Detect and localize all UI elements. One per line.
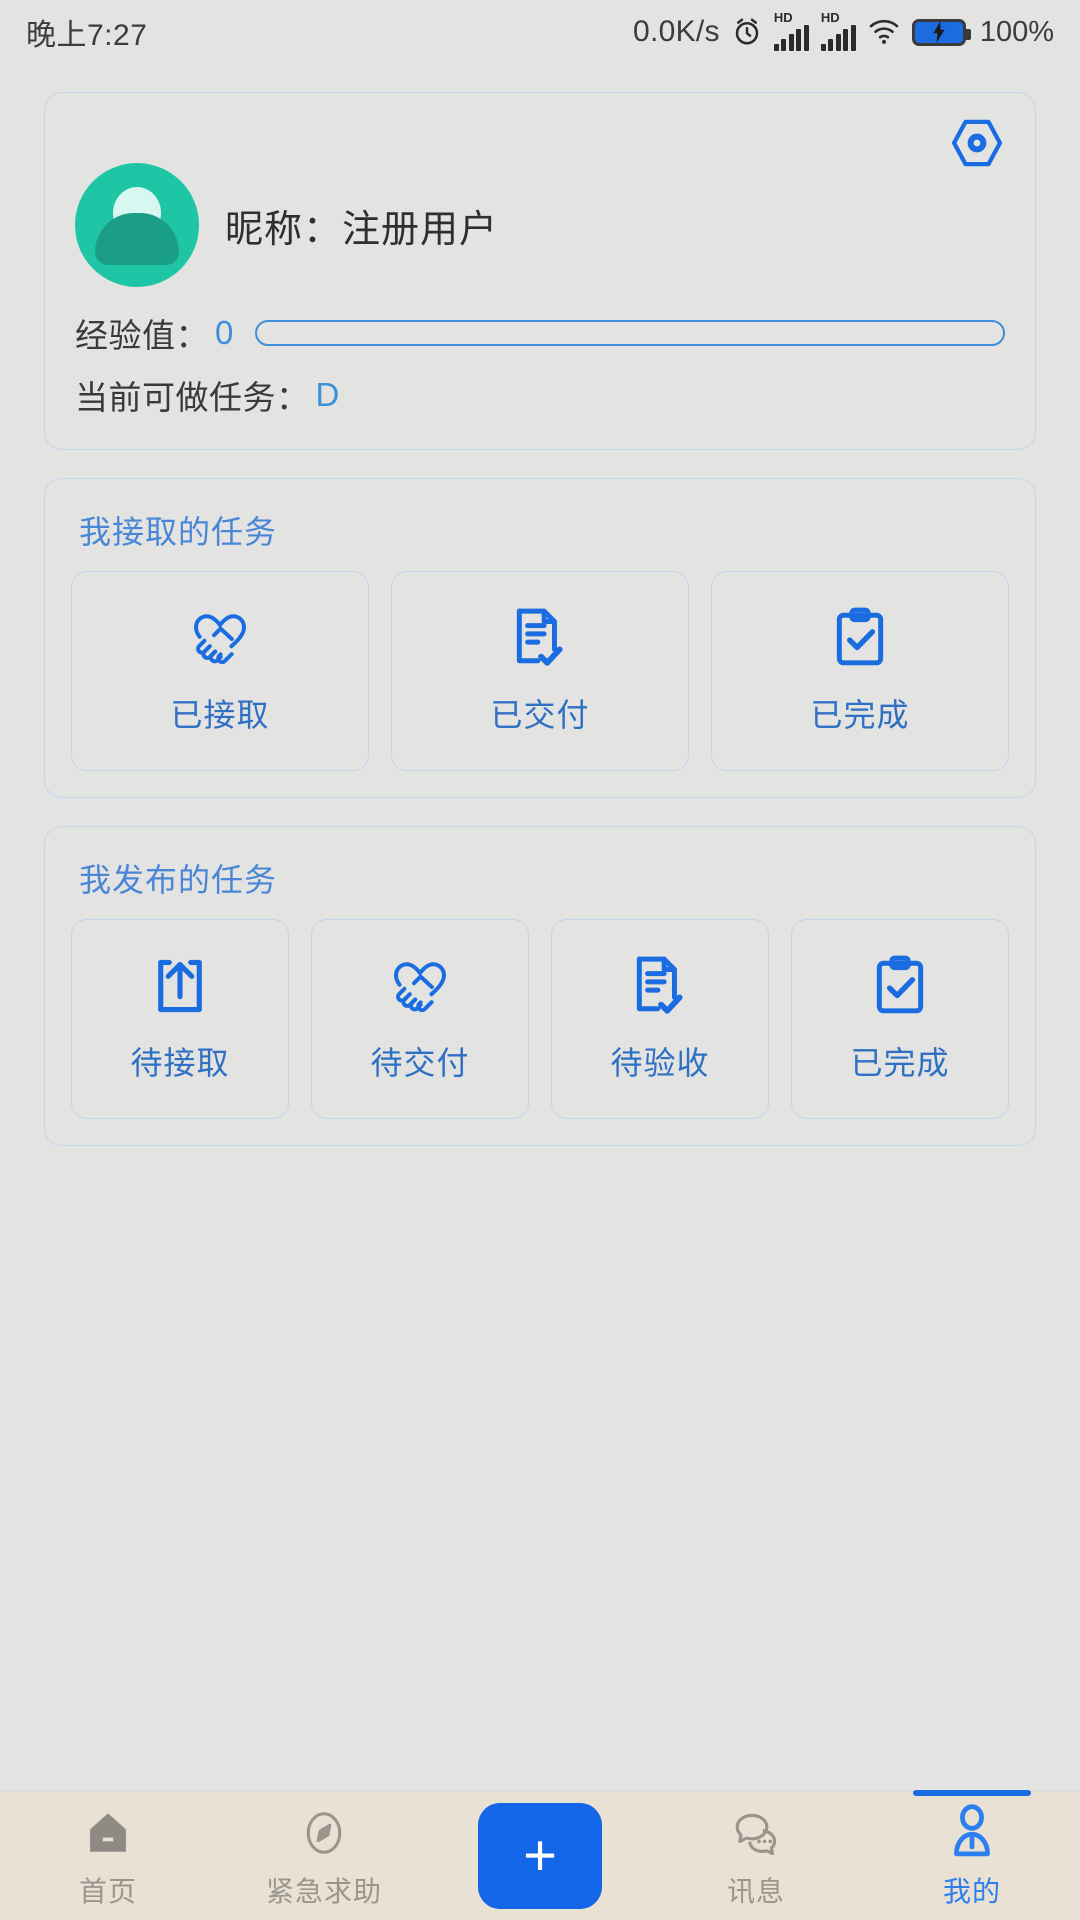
tile-accepted[interactable]: 已接取: [71, 571, 369, 771]
tile-label: 已完成: [810, 697, 910, 733]
tile-label: 已完成: [850, 1045, 950, 1081]
nickname-row: 昵称：注册用户: [225, 198, 498, 253]
published-tasks-section: 我发布的任务 待接取 待交付 待验收 已完成: [44, 826, 1036, 1146]
network-speed: 0.0K/s: [632, 15, 720, 48]
plus-icon: +: [523, 1823, 557, 1888]
chat-bubbles-icon: [730, 1802, 782, 1858]
battery-charging-icon: [911, 18, 971, 46]
app-screen: 晚上7:27 0.0K/s HD HD 100% 昵称：注册用户 经验值： 0 …: [0, 0, 1080, 1920]
tile-completed[interactable]: 已完成: [791, 919, 1009, 1119]
clipboard-check-icon: [868, 954, 932, 1018]
hexagon-eye-icon[interactable]: [947, 115, 1007, 171]
add-button[interactable]: +: [478, 1803, 602, 1909]
nav-item-add[interactable]: +: [432, 1792, 648, 1920]
experience-value: 0: [215, 314, 234, 351]
tile-label: 已接取: [170, 697, 270, 733]
alarm-clock-icon: [732, 17, 762, 47]
sim2-hd-label: HD: [820, 10, 840, 25]
sim2-signal-icon: HD: [820, 10, 856, 51]
profile-header: 昵称：注册用户: [75, 163, 1005, 287]
tile-label: 待接取: [130, 1045, 230, 1081]
nav-label: 首页: [78, 1876, 137, 1907]
upload-box-icon: [148, 954, 212, 1018]
battery-percent: 100%: [979, 15, 1054, 48]
nickname-value: 注册用户: [342, 208, 499, 251]
tile-pending-deliver[interactable]: 待交付: [311, 919, 529, 1119]
experience-progress-bar: [255, 320, 1005, 346]
status-bar: 晚上7:27 0.0K/s HD HD 100%: [0, 0, 1080, 64]
tile-label: 已交付: [490, 697, 590, 733]
avatar-body: [95, 213, 179, 265]
level-label: 当前可做任务：: [75, 379, 310, 416]
nav-item-emergency[interactable]: 紧急求助: [216, 1792, 432, 1920]
bottom-navigation: 首页 紧急求助 + 讯息 我的: [0, 1790, 1080, 1920]
nav-label: 紧急求助: [265, 1876, 382, 1907]
status-icons: 0.0K/s HD HD 100%: [632, 10, 1054, 51]
profile-card: 昵称：注册用户 经验值： 0 当前可做任务： D: [44, 92, 1036, 450]
nav-item-messages[interactable]: 讯息: [648, 1792, 864, 1920]
nav-label: 讯息: [726, 1876, 785, 1907]
accepted-tasks-tiles: 已接取 已交付 已完成: [71, 571, 1009, 771]
published-tasks-tiles: 待接取 待交付 待验收 已完成: [71, 919, 1009, 1119]
tile-pending-accept[interactable]: 待接取: [71, 919, 289, 1119]
handshake-icon: [188, 606, 252, 670]
nickname-label: 昵称：: [225, 208, 343, 251]
level-row: 当前可做任务： D: [75, 371, 1005, 419]
sim1-signal-icon: HD: [773, 10, 809, 51]
nav-item-home[interactable]: 首页: [0, 1792, 216, 1920]
nav-label: 我的: [942, 1876, 1001, 1907]
nav-item-mine[interactable]: 我的: [864, 1790, 1080, 1920]
published-tasks-title: 我发布的任务: [79, 862, 278, 898]
avatar[interactable]: [75, 163, 199, 287]
tile-label: 待交付: [370, 1045, 470, 1081]
tile-pending-verify[interactable]: 待验收: [551, 919, 769, 1119]
tile-delivered[interactable]: 已交付: [391, 571, 689, 771]
person-icon: [947, 1802, 997, 1858]
experience-label: 经验值：: [75, 317, 209, 354]
document-check-icon: [508, 606, 572, 670]
tile-label: 待验收: [610, 1045, 710, 1081]
experience-row: 经验值： 0: [75, 309, 1005, 357]
level-value: D: [315, 376, 340, 413]
status-time: 晚上7:27: [26, 19, 148, 52]
home-icon: [83, 1802, 133, 1858]
compass-icon: [300, 1802, 348, 1858]
active-tab-indicator: [913, 1790, 1031, 1796]
wifi-icon: [868, 19, 900, 45]
accepted-tasks-section: 我接取的任务 已接取 已交付 已完成: [44, 478, 1036, 798]
main-content: 昵称：注册用户 经验值： 0 当前可做任务： D 我接取的任务 已接取 已交付 …: [0, 64, 1080, 1790]
tile-completed[interactable]: 已完成: [711, 571, 1009, 771]
handshake-icon: [388, 954, 452, 1018]
clipboard-check-icon: [828, 606, 892, 670]
accepted-tasks-title: 我接取的任务: [79, 514, 278, 550]
sim1-hd-label: HD: [773, 10, 793, 25]
document-check-icon: [628, 954, 692, 1018]
